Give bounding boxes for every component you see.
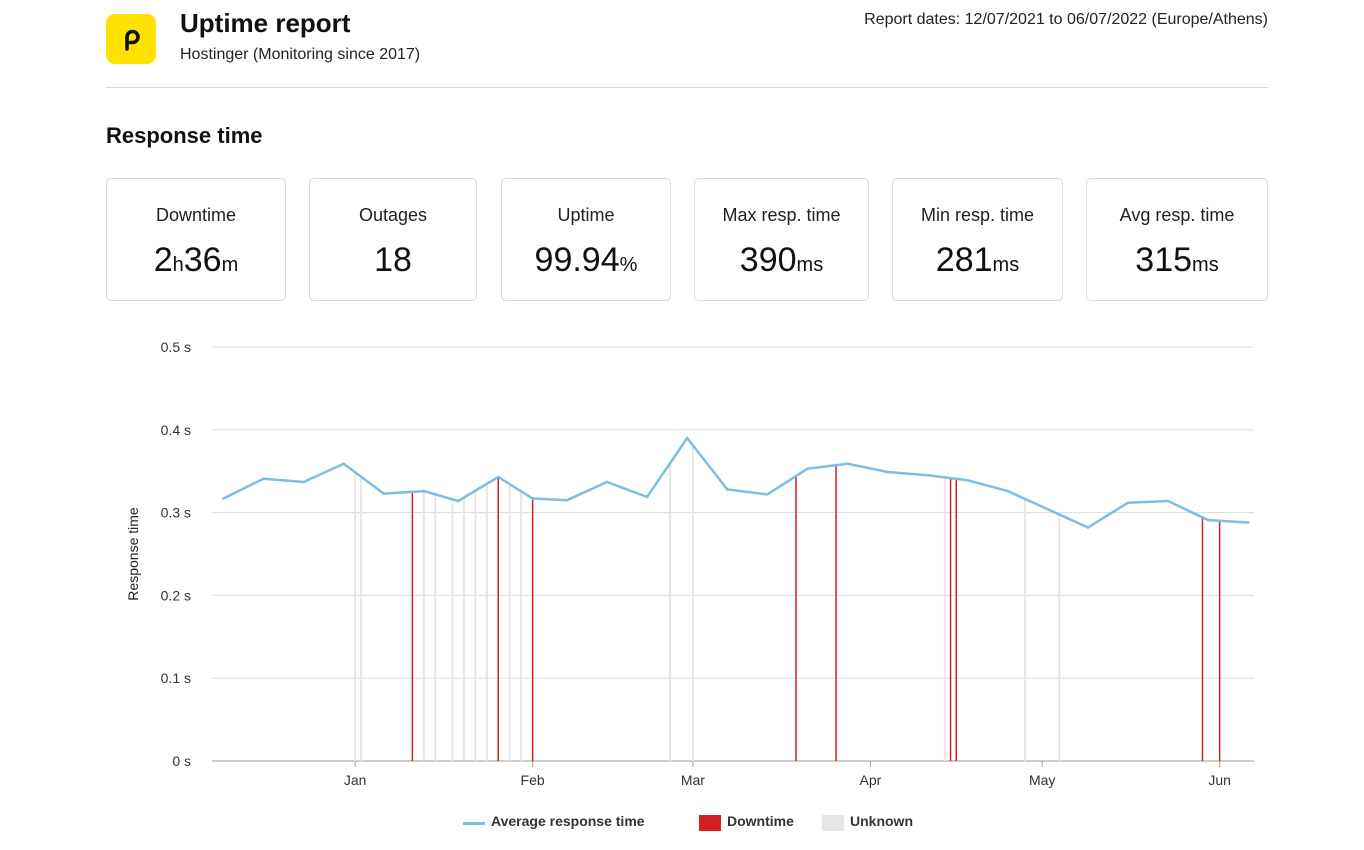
- legend-label-average-response-time[interactable]: Average response time: [491, 813, 645, 829]
- stat-label: Avg resp. time: [1119, 205, 1235, 225]
- x-tick-label: Jun: [1208, 772, 1231, 788]
- y-tick-label: 0.4 s: [161, 422, 191, 438]
- y-axis-title: Response time: [125, 507, 141, 601]
- response-time-point: [1246, 521, 1250, 524]
- section-title: Response time: [106, 123, 263, 148]
- response-time-point: [806, 467, 809, 471]
- response-time-point: [531, 497, 534, 500]
- x-tick-label: Jan: [344, 772, 367, 788]
- response-time-point: [685, 436, 689, 440]
- stat-unit: ms: [992, 254, 1020, 276]
- y-tick-label: 0.2 s: [161, 587, 191, 603]
- legend-swatch-average-response-time: [463, 822, 485, 825]
- response-time-point: [1046, 507, 1050, 511]
- stat-number: 390: [739, 241, 797, 279]
- stat-label: Uptime: [557, 205, 615, 225]
- stat-label: Min resp. time: [920, 205, 1035, 225]
- stat-unit: ms: [796, 254, 824, 276]
- response-time-point: [846, 462, 849, 466]
- response-time-point: [605, 480, 609, 484]
- response-time-point: [342, 462, 345, 466]
- stat-value: 390ms: [695, 241, 868, 280]
- x-tick-label: Feb: [521, 772, 545, 788]
- response-time-point: [1086, 526, 1090, 529]
- x-tick-label: May: [1029, 772, 1055, 788]
- stat-unit-hours: h: [172, 254, 184, 276]
- response-time-point: [1206, 518, 1210, 522]
- stat-number: 99.94: [534, 241, 620, 279]
- x-tick-label: Apr: [860, 772, 882, 788]
- stat-number: 315: [1135, 241, 1193, 279]
- report-dates: Report dates: 12/07/2021 to 06/07/2022 (…: [864, 11, 1268, 28]
- stat-number: 18: [374, 241, 412, 279]
- stat-value: 99.94%: [502, 241, 670, 280]
- response-time-point: [302, 480, 305, 484]
- response-time-chart: 0 s 0.1 s 0.2 s 0.3 s 0.4 s 0.5 s Jan Feb Mar Apr…: [125, 339, 1254, 788]
- response-time-point: [422, 489, 426, 493]
- legend-label-unknown[interactable]: Unknown: [850, 813, 913, 829]
- response-time-point: [496, 475, 500, 479]
- response-time-point: [886, 470, 889, 474]
- y-tick-label: 0 s: [172, 753, 191, 769]
- stat-card-downtime: Downtime 2h36m: [106, 178, 286, 301]
- stat-label: Max resp. time: [722, 205, 841, 225]
- response-time-point: [1126, 501, 1130, 504]
- stat-unit: ms: [1192, 254, 1219, 276]
- page-title: Uptime report: [180, 8, 351, 38]
- legend-swatch-downtime: [699, 815, 721, 831]
- response-time-point: [456, 499, 460, 503]
- y-tick-label: 0.3 s: [161, 505, 191, 521]
- stat-value: 315ms: [1087, 241, 1267, 280]
- response-time-point: [382, 492, 386, 495]
- stat-card-uptime: Uptime 99.94%: [501, 178, 671, 301]
- p-logo-icon: [106, 14, 156, 64]
- stat-value-hours: 2: [153, 241, 173, 279]
- legend-label-downtime[interactable]: Downtime: [727, 813, 794, 829]
- stat-card-max-resp-time: Max resp. time 390ms: [694, 178, 869, 301]
- response-time-point: [565, 498, 569, 502]
- stat-label: Downtime: [155, 205, 237, 225]
- stat-value: 281ms: [893, 241, 1062, 280]
- p-logo-glyph: [125, 29, 140, 51]
- response-time-point: [262, 477, 265, 480]
- header-divider: [106, 87, 1268, 88]
- response-time-point: [645, 495, 649, 499]
- average-response-time-line: [222, 436, 1249, 529]
- stat-label: Outages: [358, 205, 428, 225]
- stat-unit: %: [619, 254, 638, 276]
- y-tick-label: 0.1 s: [161, 670, 191, 686]
- response-time-point: [766, 493, 769, 496]
- stat-unit-minutes: m: [221, 254, 239, 276]
- stat-value-minutes: 36: [183, 241, 222, 279]
- stat-card-outages: Outages 18: [309, 178, 477, 301]
- response-time-point: [1166, 499, 1170, 503]
- response-time-point: [222, 497, 225, 500]
- legend-swatch-unknown: [822, 815, 844, 831]
- stat-card-min-resp-time: Min resp. time 281ms: [892, 178, 1063, 301]
- y-tick-label: 0.5 s: [161, 339, 191, 355]
- response-time-point: [1006, 489, 1010, 493]
- response-time-point: [926, 474, 929, 477]
- stat-number: 281: [935, 241, 993, 279]
- response-time-point: [725, 488, 729, 491]
- page-subtitle: Hostinger (Monitoring since 2017): [180, 46, 421, 63]
- stat-value: 2h36m: [107, 241, 285, 280]
- x-tick-label: Mar: [681, 772, 705, 788]
- stat-value: 18: [310, 241, 476, 280]
- stat-card-avg-resp-time: Avg resp. time 315ms: [1086, 178, 1268, 301]
- response-time-point: [966, 479, 970, 482]
